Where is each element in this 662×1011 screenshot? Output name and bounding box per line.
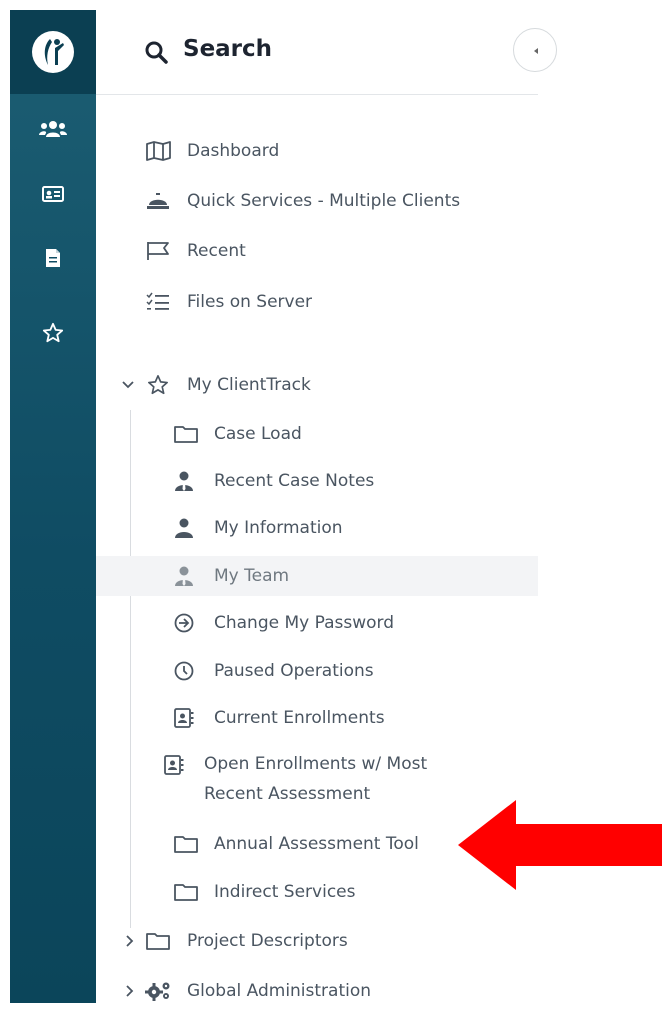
rail-cards-button[interactable] — [10, 186, 96, 202]
clock-icon — [174, 661, 194, 681]
search-icon — [145, 41, 168, 64]
nav-section-global-administration[interactable]: Global Administration — [96, 971, 538, 1011]
nav-item-label: Case Load — [214, 424, 302, 444]
nav-item-current-enrollments[interactable]: Current Enrollments — [96, 698, 538, 738]
nav-item-label: Quick Services - Multiple Clients — [187, 191, 461, 211]
nav-item-label: Current Enrollments — [214, 708, 385, 728]
search-bar[interactable]: Search — [96, 10, 557, 95]
nav-item-my-team[interactable]: My Team — [96, 556, 538, 596]
document-icon — [46, 249, 60, 267]
nav-item-label-line1: Open Enrollments w/ Most — [204, 754, 428, 774]
nav-item-label: My Information — [214, 518, 343, 538]
id-card-icon — [42, 186, 64, 202]
app-rail — [10, 10, 96, 1003]
app-logo[interactable] — [10, 10, 96, 94]
nav-item-recent-case-notes[interactable]: Recent Case Notes — [96, 461, 538, 501]
red-pointer-arrow — [458, 800, 662, 890]
checklist-icon — [146, 292, 170, 312]
nav-item-files-on-server[interactable]: Files on Server — [96, 282, 538, 322]
people-icon — [39, 121, 67, 137]
nav-item-case-load[interactable]: Case Load — [96, 414, 538, 454]
nav-item-quick-services[interactable]: Quick Services - Multiple Clients — [96, 181, 538, 221]
folder-icon — [174, 425, 198, 443]
collapse-panel-button[interactable] — [513, 28, 557, 72]
rail-documents-button[interactable] — [10, 248, 96, 268]
nav-item-label: Change My Password — [214, 613, 395, 633]
nav-section-label: Project Descriptors — [187, 931, 348, 951]
map-icon — [146, 141, 172, 161]
search-label: Search — [183, 36, 273, 62]
nav-item-label: My Team — [214, 566, 290, 586]
gears-icon — [144, 981, 172, 1001]
chevron-right-icon — [126, 935, 134, 947]
user-icon — [174, 518, 194, 538]
star-icon — [42, 322, 64, 343]
nav-item-label: Files on Server — [187, 292, 313, 312]
arrow-circle-right-icon — [174, 613, 194, 633]
nav-item-label: Annual Assessment Tool — [214, 834, 419, 854]
clienttrack-logo-icon — [32, 31, 74, 73]
nav-section-label: Global Administration — [187, 981, 372, 1001]
rail-clients-button[interactable] — [10, 120, 96, 138]
folder-icon — [146, 932, 170, 950]
nav-item-label: Recent Case Notes — [214, 471, 375, 491]
nav-item-my-information[interactable]: My Information — [96, 508, 538, 548]
user-tie-icon — [174, 471, 194, 491]
nav-item-label: Indirect Services — [214, 882, 356, 902]
service-bell-icon — [146, 192, 170, 210]
nav-item-paused-operations[interactable]: Paused Operations — [96, 651, 538, 691]
nav-item-label-line2: Recent Assessment — [204, 784, 371, 804]
flag-icon — [146, 241, 170, 261]
nav-item-label: Dashboard — [187, 141, 280, 161]
chevron-right-icon — [126, 985, 134, 997]
folder-icon — [174, 883, 198, 901]
nav-item-change-password[interactable]: Change My Password — [96, 603, 538, 643]
nav-section-project-descriptors[interactable]: Project Descriptors — [96, 921, 538, 961]
contact-card-icon — [164, 755, 184, 775]
nav-section-label: My ClientTrack — [187, 375, 311, 395]
nav-item-dashboard[interactable]: Dashboard — [96, 131, 538, 171]
contact-card-icon — [174, 708, 194, 728]
nav-item-label: Paused Operations — [214, 661, 374, 681]
nav-section-my-clienttrack[interactable]: My ClientTrack — [96, 365, 538, 405]
star-outline-icon — [146, 374, 170, 396]
user-team-icon — [174, 566, 194, 586]
nav-item-label: Recent — [187, 241, 246, 261]
nav-item-recent[interactable]: Recent — [96, 231, 538, 271]
folder-icon — [174, 835, 198, 853]
rail-favorites-button[interactable] — [10, 322, 96, 344]
chevron-down-icon — [122, 381, 134, 389]
